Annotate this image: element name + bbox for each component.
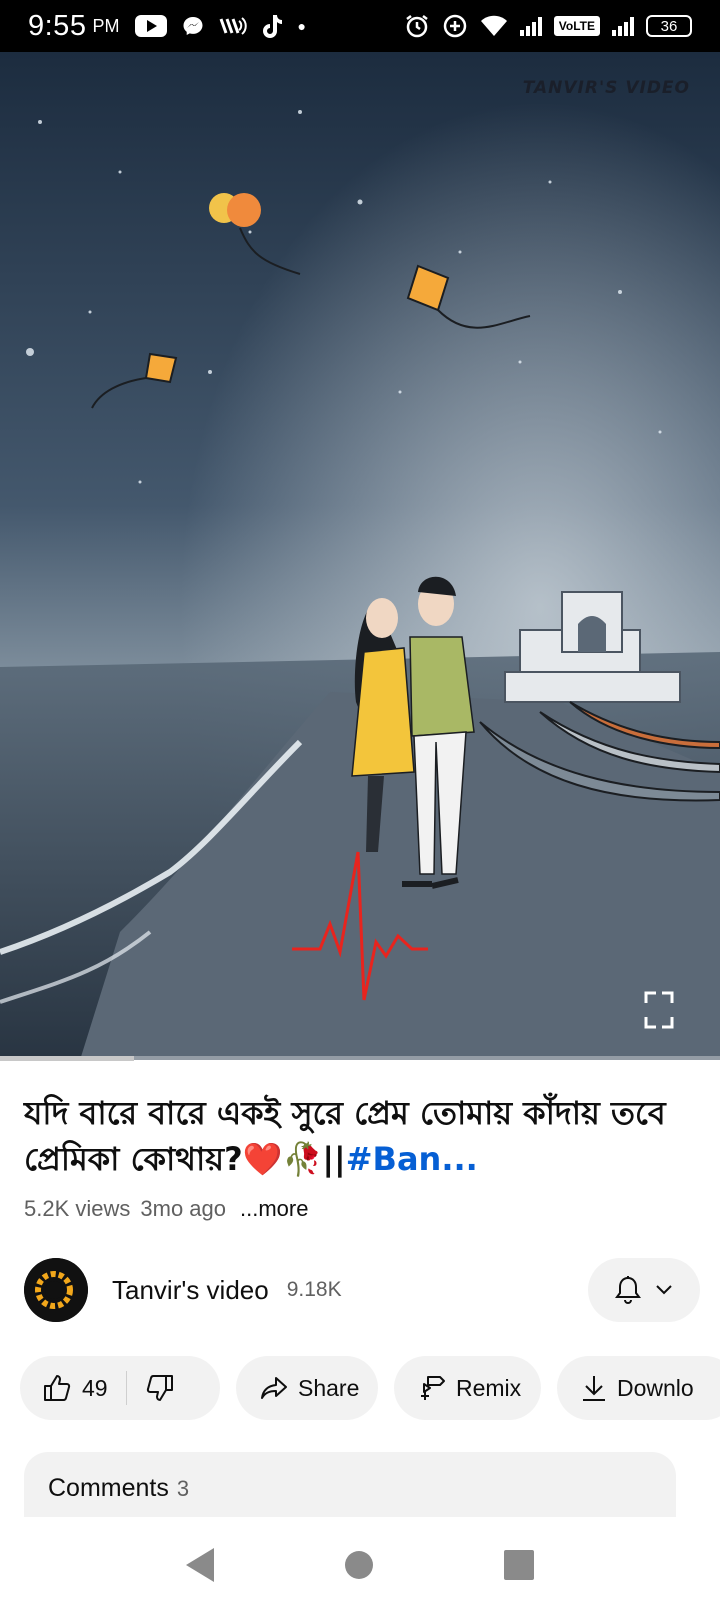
status-bar: 9:55 PM ● VoLTE 36 [0, 0, 720, 52]
notification-icons: ● [135, 13, 306, 39]
fullscreen-icon[interactable] [644, 991, 674, 1029]
remix-icon [421, 1376, 445, 1400]
video-progress-bar[interactable] [0, 1056, 720, 1061]
view-count: 5.2K views [24, 1196, 131, 1221]
recent-apps-icon[interactable] [504, 1549, 535, 1580]
status-time: 9:55 [28, 9, 87, 42]
dot-icon: ● [297, 18, 306, 34]
title-hashtag[interactable]: #Ban... [346, 1140, 478, 1178]
wifi-icon [480, 14, 508, 38]
system-nav-bar [0, 1517, 720, 1612]
bell-icon [615, 1276, 641, 1304]
share-icon [261, 1377, 287, 1399]
remix-label: Remix [456, 1374, 522, 1401]
tiktok-icon [261, 13, 283, 39]
remix-button[interactable]: Remix [394, 1356, 541, 1420]
notification-bell-button[interactable] [588, 1258, 700, 1322]
wifi-calling-icon [219, 15, 248, 37]
video-player[interactable]: TANVIR'S VIDEO [0, 52, 720, 1060]
upload-age: 3mo ago [140, 1196, 227, 1221]
share-label: Share [298, 1374, 360, 1401]
channel-name[interactable]: Tanvir's video [112, 1275, 269, 1306]
download-icon [583, 1376, 605, 1401]
youtube-icon [135, 15, 168, 37]
back-icon[interactable] [185, 1547, 214, 1582]
channel-row: Tanvir's video 9.18K [24, 1258, 700, 1322]
video-frame-illustration [0, 52, 720, 1060]
download-button[interactable]: Downlo [557, 1356, 720, 1420]
system-icons: VoLTE 36 [404, 13, 692, 39]
comments-label: Comments [48, 1474, 169, 1502]
download-label: Downlo [617, 1374, 694, 1401]
chevron-down-icon [656, 1285, 672, 1295]
more-link[interactable]: ...more [240, 1196, 308, 1222]
signal-icon [519, 16, 542, 36]
video-title[interactable]: যদি বারে বারে একই সুরে প্রেম তোমায় কাঁদ… [24, 1090, 700, 1182]
progress-played [0, 1056, 134, 1061]
action-bar: 49 Share Remix Downlo [20, 1356, 720, 1420]
like-count[interactable]: 49 [82, 1375, 108, 1402]
battery-icon: 36 [646, 15, 692, 37]
data-saver-icon [442, 13, 468, 39]
share-button[interactable]: Share [236, 1356, 378, 1420]
like-dislike-group: 49 [20, 1356, 220, 1420]
messenger-icon [181, 14, 205, 38]
status-time-suffix: PM [92, 15, 120, 36]
dislike-icon[interactable] [145, 1373, 175, 1403]
home-icon[interactable] [344, 1550, 373, 1579]
video-details: যদি বারে বারে একই সুরে প্রেম তোমায় কাঁদ… [0, 1062, 720, 1542]
comments-count: 3 [176, 1476, 190, 1501]
channel-avatar[interactable] [24, 1258, 88, 1322]
signal-icon-2 [612, 16, 634, 36]
video-meta[interactable]: 5.2K views 3mo ago ...more [24, 1196, 308, 1222]
video-watermark: TANVIR'S VIDEO [522, 78, 690, 98]
alarm-icon [404, 13, 430, 39]
volte-badge: VoLTE [553, 16, 600, 36]
like-icon[interactable] [42, 1373, 72, 1403]
subscriber-count: 9.18K [286, 1278, 342, 1301]
like-divider [125, 1371, 127, 1405]
